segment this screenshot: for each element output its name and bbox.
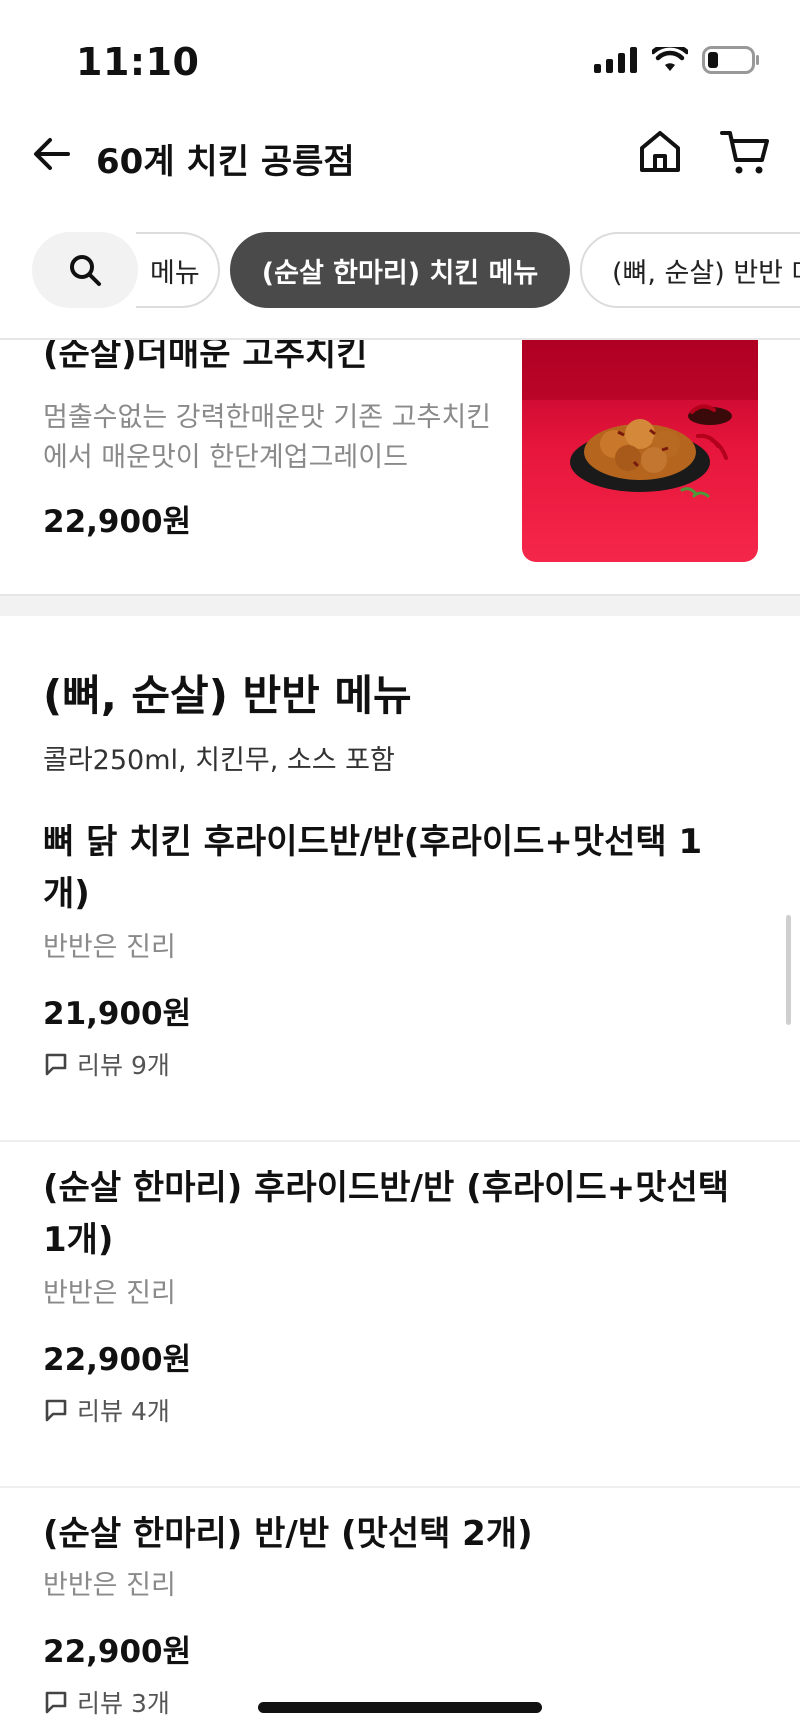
- tab-active-category[interactable]: (순살 한마리) 치킨 메뉴: [230, 232, 570, 308]
- menu-item-name-line: 뼈 닭 치킨 후라이드반/반(후라이드+맛선택 1: [43, 822, 703, 862]
- menu-item-review: 리뷰 3개: [43, 1684, 170, 1720]
- menu-item-price: 22,900원: [43, 1634, 192, 1670]
- menu-item-description: 반반은 진리: [43, 1278, 176, 1309]
- menu-item-price: 21,900원: [43, 996, 192, 1032]
- menu-item[interactable]: (순살)더매운 고추치킨 멈출수없는 강력한매운맛 기존 고추치킨 에서 매운맛…: [0, 340, 800, 594]
- menu-item[interactable]: (순살 한마리) 반/반 (맛선택 2개) 반반은 진리 22,900원 리뷰 …: [0, 1488, 800, 1732]
- menu-item-description: 반반은 진리: [43, 1570, 176, 1601]
- section-divider: [0, 594, 800, 616]
- menu-item-review: 리뷰 9개: [43, 1046, 170, 1082]
- signal-icon: [594, 47, 637, 73]
- menu-item-description: 멈출수없는 강력한매운맛 기존 고추치킨 에서 매운맛이 한단계업그레이드: [43, 398, 503, 478]
- cart-button[interactable]: [720, 128, 770, 176]
- section-title: (뼈, 순살) 반반 메뉴: [43, 671, 412, 720]
- menu-item-price: 22,900원: [43, 1342, 192, 1378]
- back-button[interactable]: [30, 132, 74, 176]
- tab-prev-category[interactable]: 메뉴: [136, 232, 220, 308]
- menu-item-description-line: 에서 매운맛이 한단계업그레이드: [43, 442, 408, 473]
- menu-item-description-line: 멈출수없는 강력한매운맛 기존 고추치킨: [43, 402, 492, 433]
- menu-item-name: (순살 한마리) 반/반 (맛선택 2개): [43, 1508, 763, 1560]
- menu-list[interactable]: (순살)더매운 고추치킨 멈출수없는 강력한매운맛 기존 고추치킨 에서 매운맛…: [0, 340, 800, 1732]
- status-bar: 11:10: [0, 0, 800, 110]
- review-icon: [45, 1691, 67, 1714]
- menu-item[interactable]: 뼈 닭 치킨 후라이드반/반(후라이드+맛선택 1 개) 반반은 진리 21,9…: [0, 802, 800, 1142]
- chicken-plate-image: [522, 340, 758, 498]
- category-tabs: 메뉴 (순살 한마리) 치킨 메뉴 (뼈, 순살) 반반 메뉴: [0, 228, 800, 310]
- menu-item[interactable]: (순살 한마리) 후라이드반/반 (후라이드+맛선택 1개) 반반은 진리 22…: [0, 1142, 800, 1488]
- menu-item-name: (순살 한마리) 후라이드반/반 (후라이드+맛선택 1개): [43, 1162, 763, 1266]
- section-subtitle: 콜라250ml, 치킨무, 소스 포함: [43, 745, 395, 776]
- menu-item-name-line: (순살 한마리) 후라이드반/반 (후라이드+맛선택: [43, 1168, 730, 1208]
- menu-item-name-line: 개): [43, 874, 90, 914]
- store-menu-screen: 11:10 60계 치킨 공릉점 메뉴 (순살 한마리) 치킨 메뉴 (뼈, 순…: [0, 0, 800, 1732]
- review-icon: [45, 1053, 67, 1076]
- menu-item-review-count: 리뷰 4개: [77, 1397, 170, 1426]
- back-arrow-icon: [34, 138, 70, 170]
- review-icon: [45, 1399, 67, 1422]
- menu-item-name-line: 1개): [43, 1220, 114, 1260]
- menu-search-button[interactable]: [32, 232, 138, 308]
- scrollbar[interactable]: [786, 915, 791, 1025]
- menu-item-name: 뼈 닭 치킨 후라이드반/반(후라이드+맛선택 1 개): [43, 816, 763, 920]
- menu-item-photo[interactable]: [522, 340, 758, 562]
- menu-item-review-count: 리뷰 3개: [77, 1689, 170, 1718]
- battery-icon: [702, 46, 759, 74]
- menu-item-description: 반반은 진리: [43, 932, 176, 963]
- menu-item-price: 22,900원: [43, 504, 192, 540]
- status-time: 11:10: [76, 40, 200, 84]
- store-title: 60계 치킨 공릉점: [96, 142, 355, 182]
- menu-item-name: (순살)더매운 고추치킨: [43, 340, 368, 374]
- search-icon: [70, 255, 101, 286]
- home-button[interactable]: [636, 128, 684, 176]
- tab-prev-label: 메뉴: [150, 257, 200, 289]
- tab-active-label: (순살 한마리) 치킨 메뉴: [261, 257, 539, 289]
- tab-next-category[interactable]: (뼈, 순살) 반반 메뉴: [580, 232, 800, 308]
- menu-item-review-count: 리뷰 9개: [77, 1051, 170, 1080]
- home-icon: [640, 131, 680, 172]
- home-indicator[interactable]: [258, 1702, 542, 1713]
- cart-icon: [720, 131, 769, 174]
- tab-next-label: (뼈, 순살) 반반 메뉴: [612, 257, 800, 289]
- status-icons: [594, 46, 760, 74]
- header: 60계 치킨 공릉점: [0, 118, 800, 198]
- wifi-icon: [652, 47, 688, 71]
- menu-item-name-line: (순살 한마리) 반/반 (맛선택 2개): [43, 1514, 533, 1554]
- menu-item-review: 리뷰 4개: [43, 1392, 170, 1428]
